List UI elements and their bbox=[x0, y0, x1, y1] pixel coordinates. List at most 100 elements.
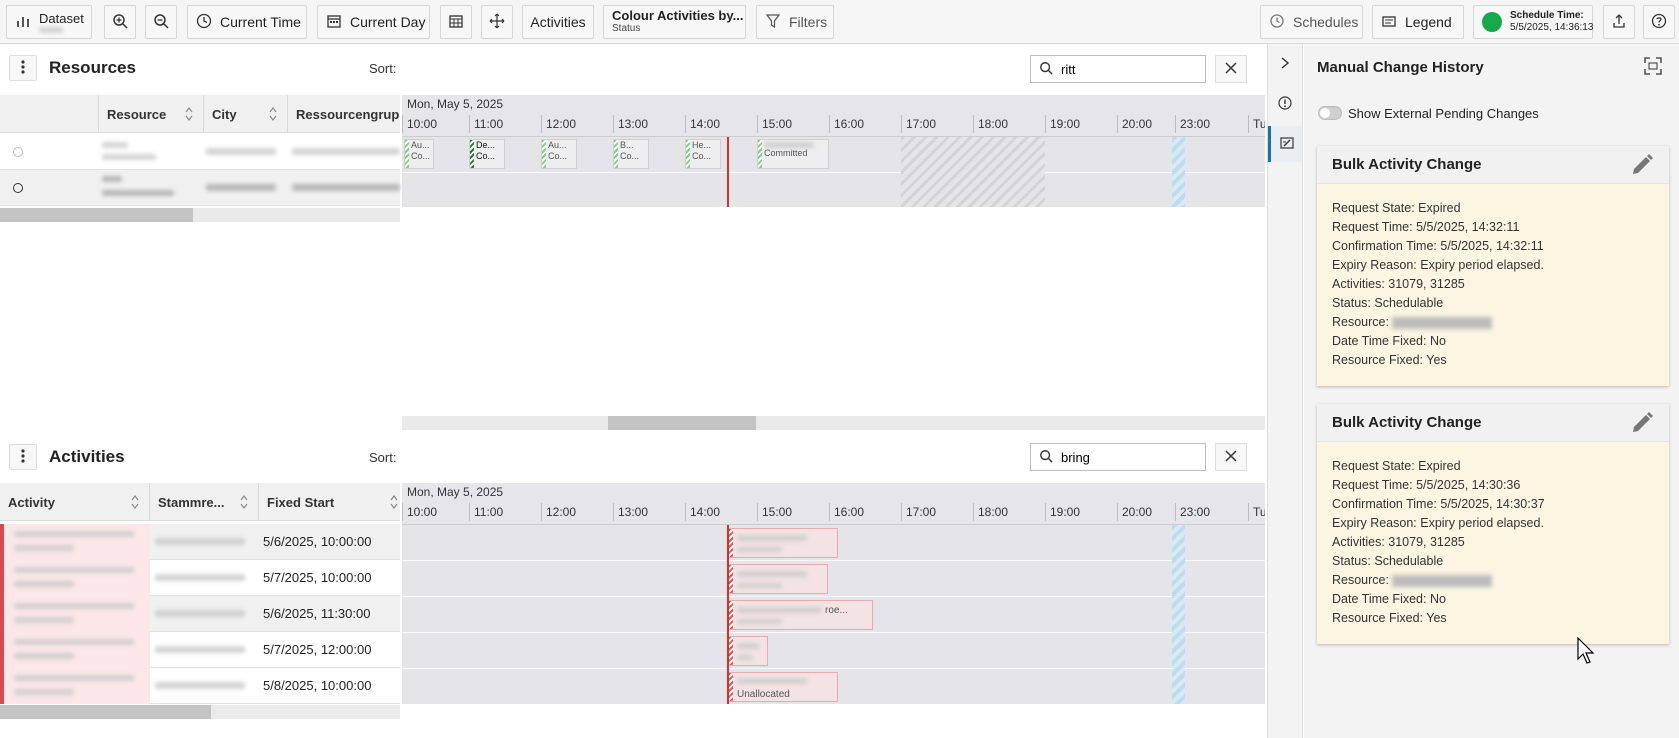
activities-search-input[interactable] bbox=[1061, 449, 1181, 465]
activity-bar[interactable]: De... Co... bbox=[469, 139, 505, 169]
expand-arrows-icon bbox=[489, 13, 505, 32]
external-pending-toggle[interactable] bbox=[1318, 106, 1342, 120]
activity-bar[interactable] bbox=[728, 528, 838, 558]
current-day-button[interactable]: Current Day bbox=[317, 5, 430, 39]
row-divider bbox=[402, 596, 1265, 597]
column-header-ressourcengruppe[interactable]: Ressourcengrupp bbox=[288, 95, 400, 133]
activity-bar-label: Au... bbox=[411, 140, 430, 150]
column-header-resource[interactable]: Resource bbox=[99, 95, 204, 133]
collapse-panel-button[interactable] bbox=[1268, 46, 1302, 82]
activities-grid-header: Activity Stammre... Fixed Start bbox=[0, 483, 400, 521]
activity-bar[interactable]: Unallocated bbox=[728, 672, 838, 702]
hour-label: 20:00 bbox=[1117, 503, 1152, 521]
column-label: Ressourcengrupp bbox=[296, 106, 400, 122]
activities-search-field[interactable] bbox=[1030, 443, 1206, 471]
row-radio[interactable] bbox=[13, 183, 23, 193]
activities-grid-scrollbar[interactable] bbox=[0, 705, 400, 719]
schedules-button[interactable]: Schedules bbox=[1260, 5, 1363, 39]
blurred-text bbox=[102, 142, 128, 148]
resource-fixed: Resource Fixed: Yes bbox=[1332, 611, 1447, 625]
current-day-label: Current Day bbox=[350, 14, 426, 30]
resources-search-input[interactable] bbox=[1061, 61, 1181, 77]
blurred-text bbox=[102, 176, 122, 182]
column-label: Activity bbox=[8, 494, 55, 510]
activity-bar[interactable]: Au... Co... bbox=[404, 139, 434, 169]
table-row[interactable]: 5/7/2025, 12:00:00 bbox=[0, 632, 400, 668]
activity-bar[interactable]: roe... bbox=[728, 600, 873, 630]
table-row[interactable]: 5/7/2025, 10:00:00 bbox=[0, 560, 400, 596]
activities-button[interactable]: Activities bbox=[522, 5, 594, 39]
fixed-start-value: 5/6/2025, 10:00:00 bbox=[263, 534, 372, 549]
activities-label: Activities bbox=[530, 14, 586, 30]
activities-timeline-body[interactable]: roe... Unallocated bbox=[402, 525, 1265, 704]
legend-card-icon bbox=[1381, 13, 1397, 32]
activities-menu-button[interactable] bbox=[9, 444, 37, 470]
activity-bar[interactable]: Au... Co... bbox=[541, 139, 577, 169]
scrollbar-thumb[interactable] bbox=[608, 416, 756, 430]
legend-button[interactable]: Legend bbox=[1372, 5, 1464, 39]
hour-label: 18:00 bbox=[973, 115, 1008, 133]
column-header-fixed-start[interactable]: Fixed Start bbox=[259, 483, 400, 521]
filters-button[interactable]: Filters bbox=[756, 5, 834, 39]
activity-cell bbox=[0, 560, 150, 596]
table-row[interactable]: 5/6/2025, 11:30:00 bbox=[0, 596, 400, 632]
activity-bar[interactable] bbox=[728, 564, 828, 594]
change-history-tab[interactable] bbox=[1268, 126, 1302, 162]
activity-bar[interactable]: B... Co... bbox=[613, 139, 649, 169]
dataset-button[interactable]: Dataset bbox=[6, 5, 92, 39]
fullscreen-button[interactable] bbox=[1637, 53, 1669, 81]
pencil-icon[interactable] bbox=[1629, 410, 1655, 436]
row-radio[interactable] bbox=[13, 147, 23, 157]
resource-label: Resource: bbox=[1332, 573, 1389, 587]
activity-bar-status: Unallocated bbox=[737, 689, 790, 700]
activities-clear-search-button[interactable] bbox=[1215, 443, 1247, 471]
resources-timeline-body[interactable]: Au... Co... De... Co... Au... Co... B... Co.… bbox=[402, 137, 1265, 207]
blurred-text bbox=[764, 142, 814, 148]
resources-timeline-scrollbar[interactable] bbox=[402, 416, 1265, 430]
change-card[interactable]: Bulk Activity Change Request State: Expi… bbox=[1317, 404, 1669, 644]
table-row[interactable] bbox=[0, 134, 400, 170]
pencil-icon[interactable] bbox=[1629, 152, 1655, 178]
change-card[interactable]: Bulk Activity Change Request State: Expi… bbox=[1317, 146, 1669, 386]
blurred-text bbox=[155, 574, 245, 581]
column-header-activity[interactable]: Activity bbox=[0, 483, 150, 521]
blurred-text bbox=[14, 653, 74, 659]
activity-bar[interactable] bbox=[728, 636, 768, 666]
blurred-text bbox=[737, 643, 759, 649]
activities-sort-label: Sort: bbox=[369, 450, 397, 465]
activity-bar[interactable]: Committed bbox=[757, 139, 829, 169]
help-icon bbox=[1651, 13, 1667, 32]
activity-bar[interactable]: He... Co... bbox=[685, 139, 721, 169]
alerts-tab[interactable] bbox=[1268, 86, 1302, 122]
blurred-text bbox=[14, 639, 134, 645]
scrollbar-thumb[interactable] bbox=[0, 208, 193, 222]
fit-view-button[interactable] bbox=[481, 5, 513, 39]
blurred-text bbox=[102, 154, 156, 160]
resources-search-field[interactable] bbox=[1030, 55, 1206, 83]
zoom-out-button[interactable] bbox=[145, 5, 177, 39]
hour-label: 14:00 bbox=[685, 115, 720, 133]
filter-icon bbox=[765, 13, 781, 32]
scrollbar-thumb[interactable] bbox=[0, 705, 211, 719]
column-header-city[interactable]: City bbox=[204, 95, 288, 133]
activity-bar-status: Co... bbox=[411, 151, 431, 161]
table-row[interactable]: 5/8/2025, 10:00:00 bbox=[0, 668, 400, 704]
help-button[interactable] bbox=[1643, 5, 1675, 39]
fixed-start-value: 5/8/2025, 10:00:00 bbox=[263, 678, 372, 693]
export-button[interactable] bbox=[1603, 5, 1635, 39]
resources-grid-scrollbar[interactable] bbox=[0, 208, 400, 222]
schedule-time-status[interactable]: Schedule Time: 5/5/2025, 14:36:13 bbox=[1473, 5, 1593, 39]
resources-sort-label: Sort: bbox=[369, 61, 397, 76]
calendar-picker-button[interactable] bbox=[440, 5, 472, 39]
colour-activities-dropdown[interactable]: Colour Activities by... Status bbox=[603, 5, 746, 39]
resource-line: Resource: bbox=[1332, 313, 1654, 332]
zoom-in-button[interactable] bbox=[104, 5, 136, 39]
resources-menu-button[interactable] bbox=[9, 55, 37, 81]
table-row[interactable]: 5/6/2025, 10:00:00 bbox=[0, 524, 400, 560]
resources-clear-search-button[interactable] bbox=[1215, 55, 1247, 83]
table-row[interactable] bbox=[0, 170, 400, 206]
hour-label: 10:00 bbox=[402, 115, 437, 133]
column-header-stammressource[interactable]: Stammre... bbox=[150, 483, 259, 521]
blurred-text bbox=[737, 583, 782, 588]
current-time-button[interactable]: Current Time bbox=[187, 5, 307, 39]
